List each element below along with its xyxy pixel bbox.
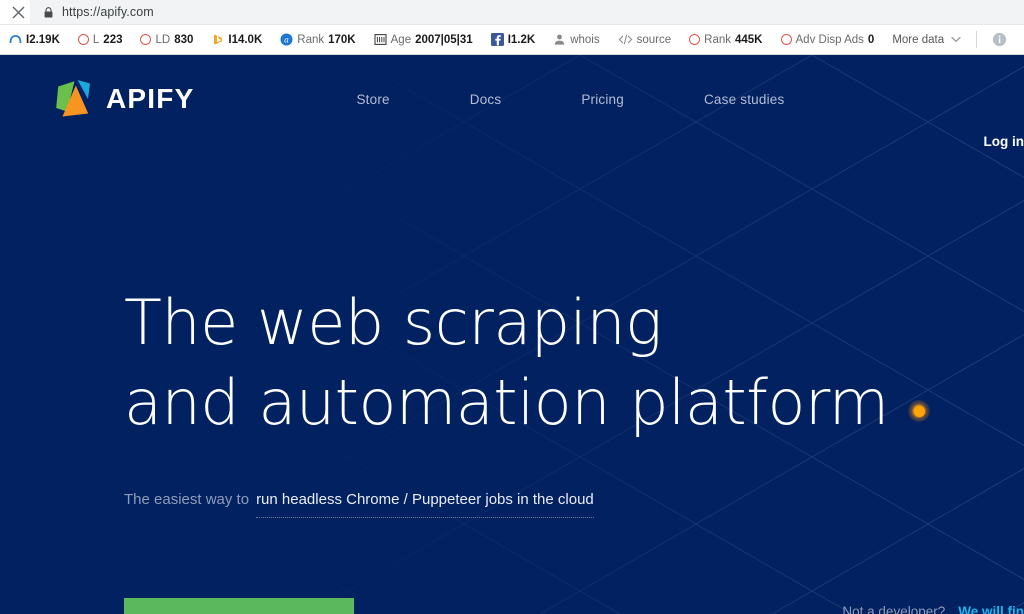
seo-item-bing[interactable]: I14.0K: [202, 25, 271, 54]
info-icon: [992, 32, 1007, 47]
browser-chrome: https://apify.com I2.19K L 223 LD 830 I1…: [0, 0, 1024, 55]
site-navigation: APIFY Store Docs Pricing Case studies Lo…: [0, 55, 1024, 149]
login-link[interactable]: Log in: [984, 134, 1024, 149]
not-a-developer-block: Not a developer? We will fin: [842, 604, 1024, 614]
seo-item-moz[interactable]: I2.19K: [0, 25, 69, 54]
facebook-icon: [490, 33, 504, 46]
omnibox[interactable]: https://apify.com: [30, 0, 1024, 24]
subheadline-static: The easiest way to: [124, 491, 250, 508]
seo-info-button[interactable]: [983, 25, 1016, 54]
circle-icon: [780, 34, 792, 45]
code-icon: [618, 33, 633, 46]
subheadline-rotator: run headless Chrome / Puppeteer jobs in …: [256, 491, 594, 518]
not-a-developer-text: Not a developer?: [842, 604, 946, 614]
headline-line-2: and automation platform: [124, 366, 889, 439]
toolbar-divider: [976, 31, 978, 48]
accent-dot-core: [914, 406, 925, 417]
seo-item-source[interactable]: source: [609, 25, 681, 54]
close-icon[interactable]: [6, 0, 30, 24]
seo-label: whois: [570, 33, 600, 46]
seo-item-linking-domains[interactable]: LD 830: [131, 25, 202, 54]
nav-links: Store Docs Pricing Case studies: [316, 92, 824, 107]
seo-item-adv-disp-ads[interactable]: Adv Disp Ads 0: [772, 25, 884, 54]
brand-name: APIFY: [106, 83, 195, 114]
seo-label: LD: [155, 33, 171, 46]
get-started-button[interactable]: Get started: [124, 598, 354, 614]
seo-item-alexa-rank[interactable]: a Rank 170K: [271, 25, 364, 54]
more-data-dropdown[interactable]: More data: [883, 25, 970, 54]
more-data-label: More data: [892, 33, 945, 46]
circle-icon: [77, 34, 89, 45]
brand-logo[interactable]: APIFY: [55, 78, 194, 120]
person-icon: [553, 33, 566, 46]
seo-value: 170K: [328, 33, 356, 46]
seo-label: Rank: [704, 33, 731, 46]
seo-label: Rank: [297, 33, 325, 46]
seo-value: 830: [174, 33, 194, 46]
circle-icon: [689, 34, 701, 45]
archive-icon: [374, 33, 387, 46]
bing-icon: [211, 33, 224, 46]
seo-value: 223: [103, 33, 123, 46]
seo-value: 0: [867, 33, 875, 46]
apify-logo-icon: [56, 80, 90, 117]
seo-value: 2007|05|31: [415, 33, 473, 46]
chevron-down-icon: [951, 36, 961, 43]
seo-value: I1.2K: [507, 33, 536, 46]
nav-item-docs[interactable]: Docs: [430, 92, 542, 107]
browser-url-bar: https://apify.com: [0, 0, 1024, 24]
seo-value: I14.0K: [228, 33, 263, 46]
alexa-icon: a: [280, 33, 293, 46]
headline-line-1: The web scraping: [124, 286, 662, 359]
hero-headline: The web scraping and automation platform: [124, 283, 889, 443]
svg-text:a: a: [284, 35, 289, 44]
seo-item-whois[interactable]: whois: [544, 25, 608, 54]
url-text: https://apify.com: [62, 5, 154, 19]
moz-icon: [9, 33, 22, 46]
nav-item-store[interactable]: Store: [316, 92, 429, 107]
seo-label: L: [92, 33, 100, 46]
not-a-developer-link[interactable]: We will fin: [958, 604, 1024, 614]
hero-section: APIFY Store Docs Pricing Case studies Lo…: [0, 55, 1024, 614]
seo-item-semrush-rank[interactable]: Rank 445K: [680, 25, 771, 54]
lock-icon: [44, 6, 53, 18]
seo-item-facebook[interactable]: I1.2K: [482, 25, 545, 54]
nav-item-pricing[interactable]: Pricing: [541, 92, 664, 107]
hero-subheadline: The easiest way to run headless Chrome /…: [124, 491, 594, 518]
seo-extension-toolbar: I2.19K L 223 LD 830 I14.0K a Rank 170K A…: [0, 24, 1024, 55]
seo-label: Adv Disp Ads: [795, 33, 864, 46]
seo-label: source: [636, 33, 672, 46]
nav-item-case-studies[interactable]: Case studies: [664, 92, 824, 107]
circle-icon: [140, 34, 152, 45]
seo-value: I2.19K: [26, 33, 60, 46]
seo-label: Age: [390, 33, 412, 46]
seo-item-links[interactable]: L 223: [69, 25, 132, 54]
seo-value: 445K: [735, 33, 763, 46]
seo-item-domain-age[interactable]: Age 2007|05|31: [365, 25, 482, 54]
